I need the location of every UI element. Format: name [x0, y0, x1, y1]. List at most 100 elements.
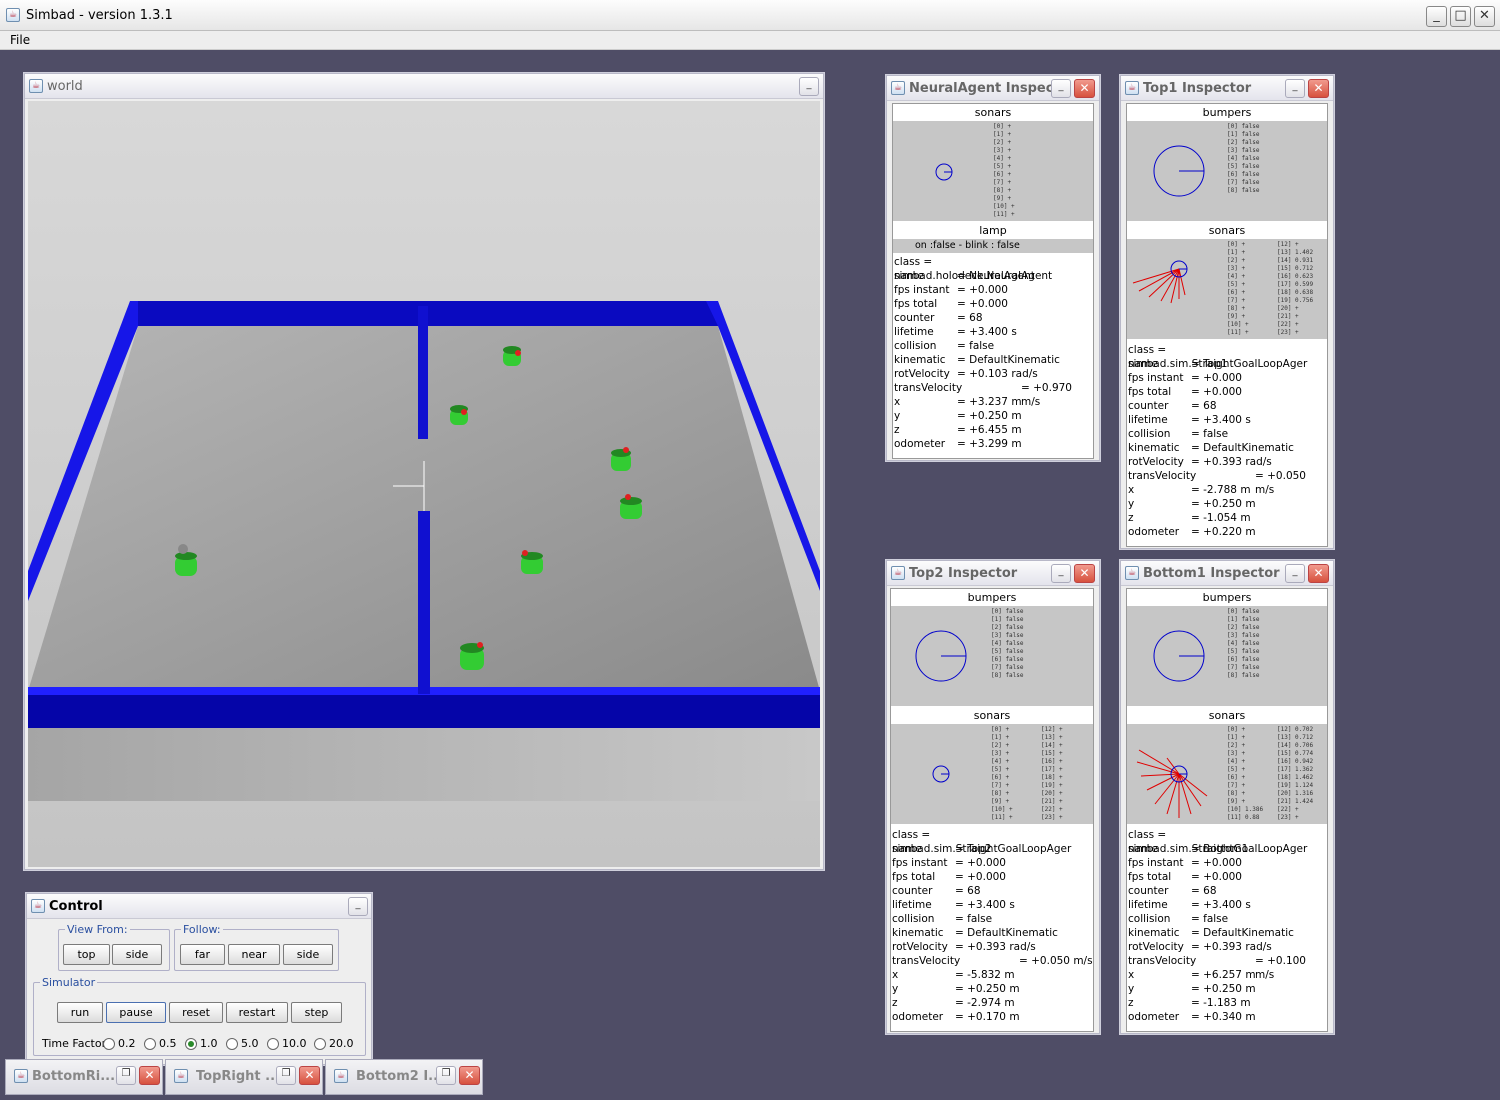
sonar-values-col2: [12] + [13] + [14] + [15] + [16] + [17] … — [1041, 726, 1063, 821]
inspector-title-bar[interactable]: ☕ NeuralAgent Inspec... _ ✕ — [887, 76, 1099, 101]
pause-button[interactable]: pause — [106, 1002, 166, 1023]
bumper-values: [0] false [1] false [2] false [3] false … — [1227, 123, 1260, 194]
minimized-bottomright[interactable]: ☕ BottomRi... ❐ ✕ — [5, 1059, 163, 1095]
bumpers-title: bumpers — [1127, 591, 1327, 605]
minimize-icon[interactable]: _ — [1285, 564, 1305, 583]
inspector-panel: bumpers [0] false [1] false [2] false [3… — [1126, 103, 1328, 547]
minimize-icon[interactable]: _ — [1426, 6, 1447, 27]
prop-row: kinematic = DefaultKinematic — [893, 353, 1093, 367]
prop-value: = -2.788 m — [1191, 484, 1251, 496]
minimize-icon[interactable]: _ — [1051, 564, 1071, 583]
view-side-button[interactable]: side — [112, 944, 162, 965]
minimize-icon[interactable]: _ — [1051, 79, 1071, 98]
prop-value: = +3.237 m — [957, 396, 1022, 408]
java-icon: ☕ — [174, 1069, 188, 1083]
bumper-diagram — [1153, 145, 1205, 197]
tf-label-1: 0.5 — [159, 1037, 177, 1050]
prop-key: counter — [892, 885, 933, 897]
view-top-button[interactable]: top — [63, 944, 110, 965]
prop-row: fps total = +0.000 — [893, 297, 1093, 311]
close-icon[interactable]: ✕ — [1074, 79, 1095, 98]
close-icon[interactable]: ✕ — [139, 1066, 160, 1085]
minimize-icon[interactable]: _ — [799, 77, 819, 96]
wall-front — [28, 693, 820, 728]
prop-row: collision = false — [1127, 912, 1327, 926]
inspector-title-bar[interactable]: ☕ Bottom1 Inspector _ ✕ — [1121, 561, 1333, 586]
restore-icon[interactable]: ❐ — [116, 1066, 136, 1085]
restore-icon[interactable]: ❐ — [436, 1066, 456, 1085]
run-button[interactable]: run — [57, 1002, 103, 1023]
close-icon[interactable]: ✕ — [459, 1066, 480, 1085]
close-icon[interactable]: ✕ — [1074, 564, 1095, 583]
minimize-icon[interactable]: _ — [1285, 79, 1305, 98]
tf-radio-0[interactable] — [103, 1038, 115, 1050]
minimize-icon[interactable]: _ — [348, 897, 368, 916]
prop-row: kinematic = DefaultKinematic — [891, 926, 1093, 940]
prop-key: kinematic — [894, 354, 946, 366]
prop-row: odometer = +3.299 m — [893, 437, 1093, 451]
follow-side-button[interactable]: side — [283, 944, 333, 965]
lamp-status: on :false - blink : false — [893, 239, 1093, 253]
close-icon[interactable]: ✕ — [1308, 564, 1329, 583]
close-icon[interactable]: ✕ — [299, 1066, 320, 1085]
prop-key: x — [894, 396, 901, 408]
minimized-topright[interactable]: ☕ TopRight ... ❐ ✕ — [165, 1059, 323, 1095]
close-icon[interactable]: ✕ — [1474, 6, 1495, 27]
prop-row: transVelocity = +0.100 m/s — [1127, 954, 1327, 981]
sonars-view: [0] + [1] + [2] + [3] + [4] + [5] + [6] … — [891, 724, 1093, 824]
step-button[interactable]: step — [291, 1002, 342, 1023]
tf-label-0: 0.2 — [118, 1037, 136, 1050]
neuralagent-inspector-window: ☕ NeuralAgent Inspec... _ ✕ sonars [0] +… — [886, 75, 1100, 461]
bumpers-view: [0] false [1] false [2] false [3] false … — [891, 606, 1093, 706]
control-title-bar[interactable]: ☕ Control _ — [27, 894, 371, 919]
follow-far-button[interactable]: far — [180, 944, 225, 965]
maximize-icon[interactable]: □ — [1450, 6, 1471, 27]
prop-row: z = -1.054 m — [1127, 511, 1327, 525]
app-title-bar: ☕ Simbad - version 1.3.1 _ □ ✕ — [0, 0, 1500, 31]
prop-key: rotVelocity — [1128, 456, 1184, 468]
follow-near-button[interactable]: near — [228, 944, 280, 965]
tf-radio-2[interactable] — [185, 1038, 197, 1050]
prop-value: = Top2 — [955, 843, 992, 855]
inspector-panel: sonars [0] + [1] + [2] + [3] + [4] + [5]… — [892, 103, 1094, 459]
prop-row: z = -2.974 m — [891, 996, 1093, 1010]
restore-icon[interactable]: ❐ — [276, 1066, 296, 1085]
inspector-title-bar[interactable]: ☕ Top2 Inspector _ ✕ — [887, 561, 1099, 586]
prop-key: fps instant — [894, 284, 950, 296]
inspector-title-bar[interactable]: ☕ Top1 Inspector _ ✕ — [1121, 76, 1333, 101]
java-icon: ☕ — [891, 566, 905, 580]
prop-key: transVelocity — [892, 955, 961, 967]
prop-value: = +0.000 — [957, 284, 1008, 296]
world-title-bar[interactable]: ☕ world _ — [25, 74, 823, 99]
tf-radio-5[interactable] — [314, 1038, 326, 1050]
prop-value: = +0.393 rad/s — [1191, 941, 1272, 953]
prop-value: = DefaultKinematic — [957, 354, 1060, 366]
inspector-panel: bumpers [0] false [1] false [2] false [3… — [890, 588, 1094, 1032]
world-3d-view[interactable] — [28, 101, 820, 867]
bumper-diagram — [915, 630, 967, 682]
sonar-diagram — [935, 163, 953, 181]
sonar-values-col2: [12] + [13] 1.402 [14] 0.931 [15] 0.712 … — [1277, 241, 1314, 336]
reset-button[interactable]: reset — [169, 1002, 223, 1023]
prop-row: class = simbad.sim.StraightGoalLoopAger — [1127, 828, 1327, 855]
prop-row: x = -2.788 m — [1127, 483, 1327, 497]
menu-file[interactable]: File — [10, 33, 30, 47]
robot-2 — [450, 405, 468, 425]
sonar-diagram — [932, 765, 950, 783]
prop-row: y = +0.250 m — [891, 982, 1093, 996]
prop-key: odometer — [894, 438, 946, 450]
follow-label: Follow: — [181, 923, 223, 936]
prop-key: odometer — [1128, 1011, 1180, 1023]
tf-radio-1[interactable] — [144, 1038, 156, 1050]
wall-divider-top — [418, 306, 428, 439]
prop-value: = -1.054 m — [1191, 512, 1251, 524]
prop-row: x = +6.257 m — [1127, 968, 1327, 982]
prop-row: z = +6.455 m — [893, 423, 1093, 437]
prop-key: fps total — [1128, 871, 1172, 883]
prop-row: rotVelocity = +0.393 rad/s — [1127, 455, 1327, 469]
minimized-bottom2[interactable]: ☕ Bottom2 I... ❐ ✕ — [325, 1059, 483, 1095]
tf-radio-3[interactable] — [226, 1038, 238, 1050]
restart-button[interactable]: restart — [226, 1002, 288, 1023]
close-icon[interactable]: ✕ — [1308, 79, 1329, 98]
tf-radio-4[interactable] — [267, 1038, 279, 1050]
